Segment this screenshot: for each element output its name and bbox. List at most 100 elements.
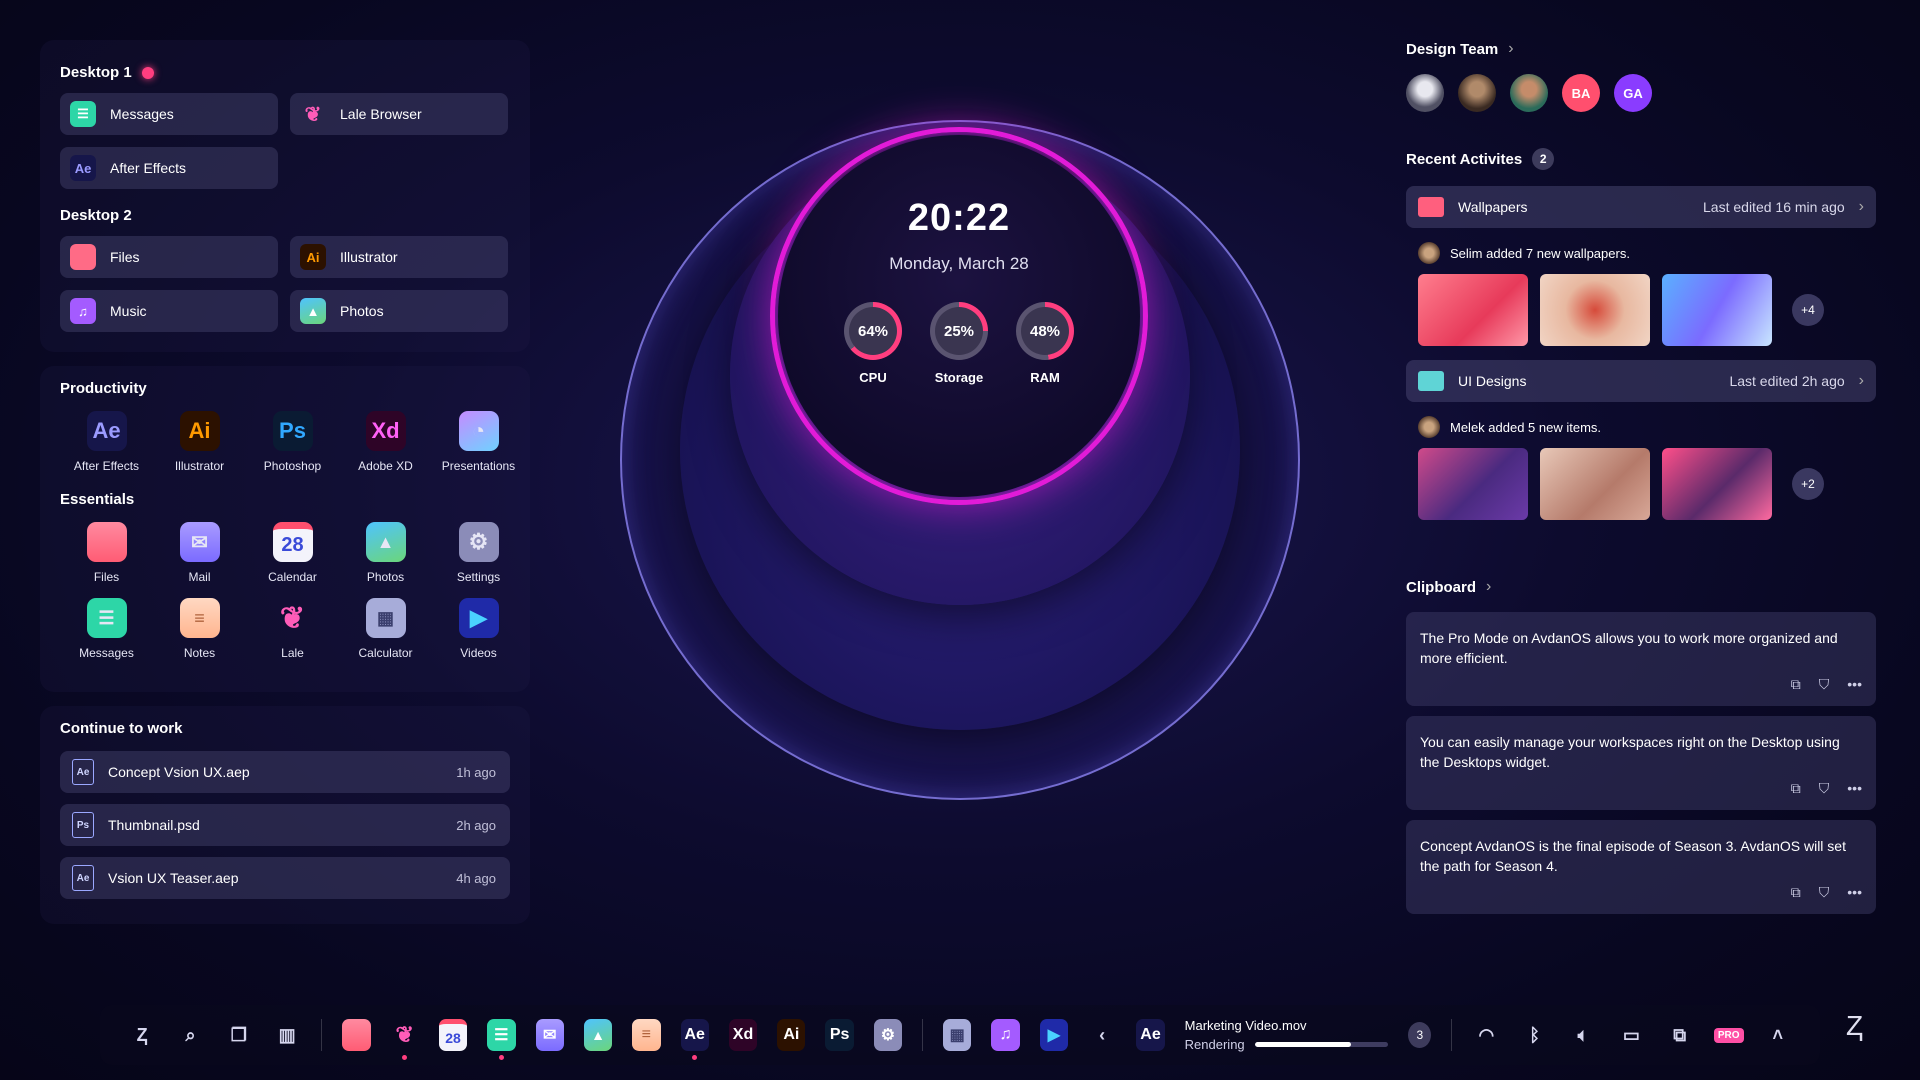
- music-icon[interactable]: ♫: [991, 1019, 1020, 1051]
- presentation-icon: ◔: [458, 411, 499, 451]
- avatar[interactable]: [1458, 74, 1496, 112]
- file-name: Concept Vsion UX.aep: [108, 764, 250, 780]
- desktop-item-lale-browser[interactable]: ❦ Lale Browser: [290, 93, 508, 135]
- queue-count-badge[interactable]: 3: [1408, 1022, 1432, 1048]
- screens-icon[interactable]: ⧉: [1666, 1019, 1694, 1051]
- desktop-item-photos[interactable]: ▲ Photos: [290, 290, 508, 332]
- app-lale[interactable]: ❦ Lale: [246, 598, 339, 661]
- copy-icon[interactable]: ⧉: [1791, 674, 1801, 694]
- calendar-icon[interactable]: 28: [438, 1019, 468, 1051]
- app-mail[interactable]: ✉ Mail: [153, 522, 246, 584]
- avdan-logo-icon[interactable]: Ⱬ: [128, 1019, 156, 1051]
- search-icon[interactable]: ⌕: [176, 1019, 204, 1051]
- more-count[interactable]: +4: [1792, 294, 1824, 326]
- app-videos[interactable]: ▶ Videos: [432, 598, 525, 660]
- clipboard-header[interactable]: Clipboard ›: [1406, 578, 1876, 596]
- adobe-xd-icon[interactable]: Xd: [728, 1019, 758, 1051]
- pro-mode-badge[interactable]: PRO: [1713, 1027, 1744, 1043]
- clipboard-text: You can easily manage your workspaces ri…: [1420, 734, 1840, 770]
- storage-gauge-ring: 25%: [930, 302, 988, 360]
- recent-file-row[interactable]: Ae Concept Vsion UX.aep 1h ago: [60, 751, 510, 793]
- desktop-item-messages[interactable]: ☰ Messages: [60, 93, 278, 135]
- design-team-header[interactable]: Design Team ›: [1406, 40, 1876, 58]
- more-count[interactable]: +2: [1792, 468, 1824, 500]
- calculator-icon[interactable]: ▦: [943, 1019, 972, 1051]
- ram-label: RAM: [1030, 370, 1060, 385]
- layout-icon[interactable]: ▥: [273, 1019, 301, 1051]
- photos-icon[interactable]: ▲: [583, 1019, 613, 1051]
- render-progress-widget[interactable]: Marketing Video.mov Rendering: [1185, 1018, 1389, 1052]
- thumbnail[interactable]: [1418, 274, 1528, 346]
- after-effects-icon[interactable]: Ae: [680, 1019, 709, 1060]
- copy-icon[interactable]: ⧉: [1791, 778, 1801, 798]
- thumbnail[interactable]: [1662, 448, 1772, 520]
- desktop-item-files[interactable]: Files: [60, 236, 278, 278]
- windows-icon[interactable]: ❐: [225, 1019, 253, 1051]
- notes-icon[interactable]: ≡: [632, 1019, 661, 1051]
- clipboard-item[interactable]: You can easily manage your workspaces ri…: [1406, 716, 1876, 810]
- gear-icon[interactable]: ⚙: [873, 1019, 903, 1051]
- copy-icon[interactable]: ⧉: [1791, 882, 1801, 902]
- after-effects-file-icon: Ae: [72, 865, 94, 891]
- avatar[interactable]: [1510, 74, 1548, 112]
- app-files[interactable]: Files: [60, 522, 153, 584]
- chevron-left-icon[interactable]: ‹: [1088, 1019, 1116, 1051]
- render-status: Rendering: [1184, 1037, 1245, 1052]
- recent-file-row[interactable]: Ps Thumbnail.psd 2h ago: [60, 804, 510, 846]
- more-icon[interactable]: •••: [1847, 778, 1862, 798]
- avatar[interactable]: BA: [1562, 74, 1600, 112]
- desktop-item-after-effects[interactable]: Ae After Effects: [60, 147, 278, 189]
- app-messages[interactable]: ☰ Messages: [60, 598, 153, 660]
- clipboard-item[interactable]: Concept AvdanOS is the final episode of …: [1406, 820, 1876, 914]
- folder-name: Wallpapers: [1458, 199, 1528, 215]
- folder-icon[interactable]: [342, 1019, 371, 1051]
- avatar[interactable]: [1406, 74, 1444, 112]
- app-notes[interactable]: ≡ Notes: [153, 598, 246, 660]
- wifi-icon[interactable]: ◠: [1472, 1019, 1500, 1051]
- ram-value: 48%: [1029, 322, 1061, 340]
- app-calculator[interactable]: ▦ Calculator: [339, 598, 432, 660]
- desktop-item-music[interactable]: ♫ Music: [60, 290, 278, 332]
- app-adobe-xd[interactable]: Xd Adobe XD: [339, 411, 432, 473]
- app-calendar[interactable]: 28 Calendar: [246, 522, 339, 584]
- pin-icon[interactable]: ⛉: [1819, 674, 1830, 694]
- desktop-item-illustrator[interactable]: Ai Illustrator: [290, 236, 508, 278]
- avatar[interactable]: GA: [1614, 74, 1652, 112]
- illustrator-icon[interactable]: Ai: [777, 1019, 806, 1051]
- photoshop-icon[interactable]: Ps: [825, 1019, 854, 1051]
- app-settings[interactable]: ⚙ Settings: [432, 522, 525, 584]
- desktop-item-label: Photos: [340, 303, 384, 319]
- messages-icon[interactable]: ☰: [487, 1019, 516, 1060]
- app-presentations[interactable]: ◔ Presentations: [432, 411, 525, 473]
- lale-icon: ❦: [304, 103, 322, 126]
- pin-icon[interactable]: ⛉: [1819, 882, 1830, 902]
- continue-widget: Continue to work Ae Concept Vsion UX.aep…: [40, 706, 530, 924]
- thumbnail[interactable]: [1540, 274, 1650, 346]
- battery-icon[interactable]: ▭: [1617, 1019, 1645, 1051]
- thumbnail[interactable]: [1540, 448, 1650, 520]
- more-icon[interactable]: •••: [1847, 882, 1862, 902]
- lale-icon: ❦: [279, 601, 306, 635]
- recent-file-row[interactable]: Ae Vsion UX Teaser.aep 4h ago: [60, 857, 510, 899]
- thumbnail[interactable]: [1418, 448, 1528, 520]
- lale-icon[interactable]: ❦: [391, 1019, 419, 1060]
- play-icon[interactable]: ▶: [1039, 1019, 1069, 1051]
- more-icon[interactable]: •••: [1847, 674, 1862, 694]
- app-photoshop[interactable]: Ps Photoshop: [246, 411, 339, 473]
- mail-icon[interactable]: ✉: [535, 1019, 564, 1051]
- app-photos[interactable]: ▲ Photos: [339, 522, 432, 584]
- thumbnail[interactable]: [1662, 274, 1772, 346]
- folder-edited: Last edited 2h ago: [1729, 373, 1845, 389]
- folder-row-ui-designs[interactable]: UI Designs Last edited 2h ago ›: [1406, 360, 1876, 402]
- folder-row-wallpapers[interactable]: Wallpapers Last edited 16 min ago ›: [1406, 186, 1876, 228]
- pin-icon[interactable]: ⛉: [1819, 778, 1830, 798]
- chevron-up-icon[interactable]: ˄: [1764, 1019, 1792, 1051]
- clock-widget: 20:22 Monday, March 28 64% CPU 25% Stora…: [778, 135, 1140, 497]
- bluetooth-icon[interactable]: ᛒ: [1521, 1019, 1549, 1051]
- app-illustrator[interactable]: Ai Illustrator: [153, 411, 246, 473]
- cpu-label: CPU: [859, 370, 887, 385]
- after-effects-icon[interactable]: Ae: [1136, 1019, 1165, 1051]
- app-after-effects[interactable]: Ae After Effects: [60, 411, 153, 473]
- volume-icon[interactable]: 🔈︎: [1569, 1019, 1597, 1051]
- clipboard-item[interactable]: The Pro Mode on AvdanOS allows you to wo…: [1406, 612, 1876, 706]
